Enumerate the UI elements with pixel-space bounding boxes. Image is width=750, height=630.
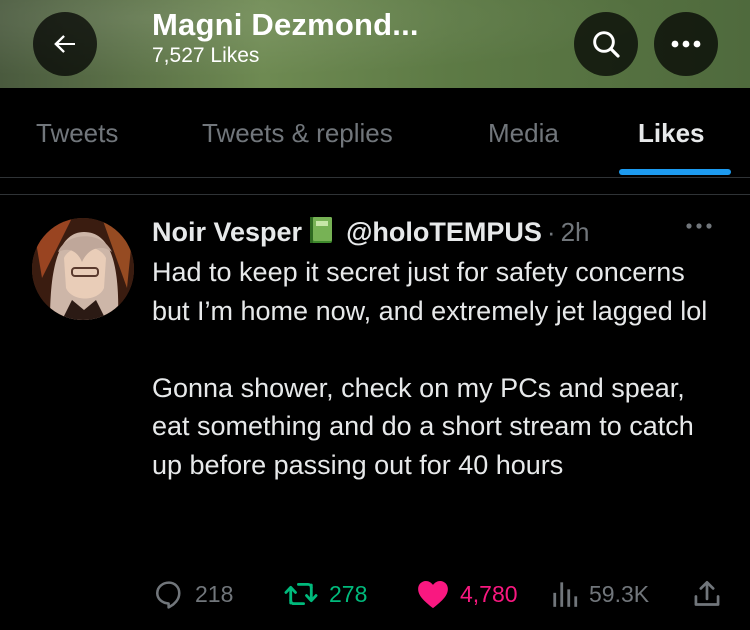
profile-tabs: Tweets Tweets & replies Media Likes [0,88,750,178]
more-horizontal-icon [671,40,701,48]
retweet-button[interactable]: 278 [283,572,367,616]
tab-tweets[interactable]: Tweets [36,116,118,150]
tab-tweets-and-replies[interactable]: Tweets & replies [202,116,393,150]
back-button[interactable] [33,12,97,76]
views-count: 59.3K [589,580,650,607]
tweet-header: Noir Vesper @holoTEMPUS · 2h [152,214,590,250]
like-count: 4,780 [460,580,518,607]
views-chart-icon [553,582,578,607]
divider [0,194,750,195]
separator: · [546,216,556,247]
retweet-count: 278 [329,580,368,607]
search-icon [593,31,620,58]
book-emoji-icon [306,215,336,250]
author-name[interactable]: Noir Vesper [152,217,302,248]
tab-likes[interactable]: Likes [638,116,705,150]
author-handle[interactable]: @holoTEMPUS [346,217,542,248]
more-button[interactable] [654,12,718,76]
reply-button[interactable]: 218 [153,572,233,616]
profile-name: Magni Dezmond... [152,7,419,42]
like-button[interactable]: 4,780 [416,572,518,616]
share-button[interactable] [692,572,722,616]
tab-media[interactable]: Media [488,116,559,150]
views-button[interactable]: 59.3K [551,572,649,616]
reply-count: 218 [195,580,234,607]
active-tab-indicator [619,169,731,175]
header-text: Magni Dezmond... 7,527 Likes [152,6,419,69]
search-button[interactable] [574,12,638,76]
retweet-icon [284,582,318,606]
heart-icon [418,580,448,609]
tweet-actions: 218 278 4,780 59.3K [0,572,750,616]
tweet-time[interactable]: 2h [561,217,590,248]
tweet-more-button[interactable] [684,219,714,237]
likes-count: 7,527 Likes [152,44,260,67]
tweet-text: Had to keep it secret just for safety co… [152,257,708,480]
share-icon [694,580,720,606]
avatar-illustration [32,218,134,320]
avatar[interactable] [32,218,134,320]
profile-header: Magni Dezmond... 7,527 Likes [0,0,750,88]
more-horizontal-icon [686,223,712,229]
arrow-left-icon [54,35,75,53]
reply-icon [156,581,181,609]
